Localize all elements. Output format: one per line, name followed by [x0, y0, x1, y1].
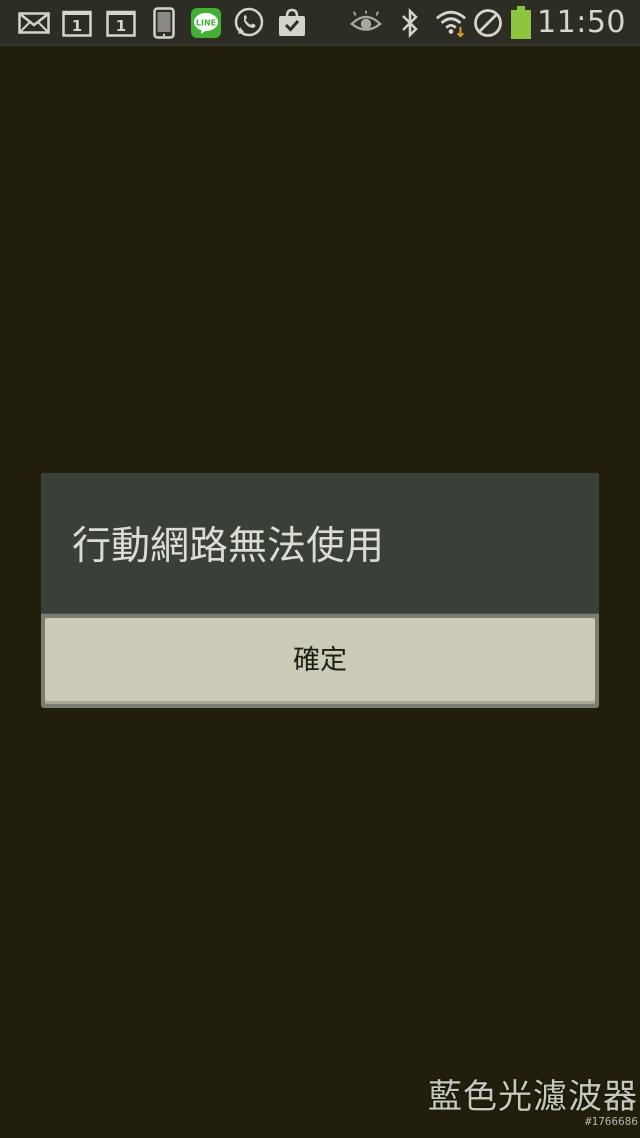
whatsapp-icon — [233, 7, 265, 39]
status-clock: 11:50 — [537, 5, 626, 40]
no-signal-icon — [472, 7, 504, 39]
svg-text:1: 1 — [116, 17, 126, 35]
calendar-icon: 1 — [61, 7, 93, 39]
confirm-button[interactable]: 確定 — [45, 618, 595, 704]
battery-icon — [505, 6, 537, 39]
alert-dialog: 行動網路無法使用 確定 — [41, 473, 599, 708]
line-app-icon: LINE — [190, 7, 222, 39]
watermark-id: #1766686 — [585, 1115, 638, 1128]
wifi-icon — [435, 7, 467, 39]
status-bar: 1 1 LINE 11:50 — [0, 0, 640, 46]
eye-icon — [350, 7, 382, 39]
svg-text:LINE: LINE — [196, 19, 216, 28]
screen: 1 1 LINE 11:50 行動網路無法使用 確定 藍色光濾波器 #17666… — [0, 0, 640, 1138]
phone-icon — [148, 7, 180, 39]
watermark-text: 藍色光濾波器 — [428, 1077, 638, 1117]
dialog-header: 行動網路無法使用 — [41, 473, 599, 614]
shopping-bag-icon — [276, 7, 308, 39]
watermark: 藍色光濾波器 #1766686 — [428, 1078, 638, 1128]
dialog-title: 行動網路無法使用 — [72, 524, 385, 569]
mail-icon — [18, 7, 50, 39]
bluetooth-icon — [394, 7, 426, 39]
calendar-icon: 1 — [105, 7, 137, 39]
svg-text:1: 1 — [72, 17, 82, 35]
